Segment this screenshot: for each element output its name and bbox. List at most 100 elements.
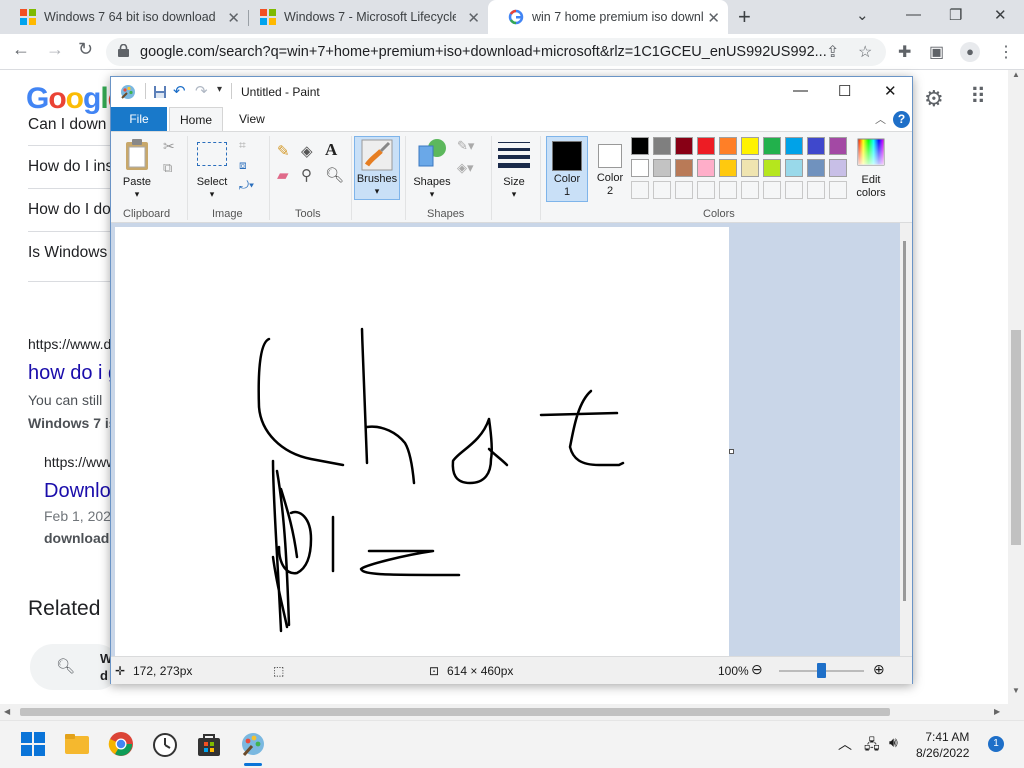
- palette-color-swatch[interactable]: [653, 159, 671, 177]
- scroll-right-arrow-icon[interactable]: ▶: [994, 707, 1000, 716]
- chevron-down-icon[interactable]: ▾: [193, 189, 231, 200]
- paste-icon[interactable]: [124, 138, 152, 172]
- help-icon[interactable]: ?: [893, 111, 910, 128]
- palette-color-swatch[interactable]: [763, 137, 781, 155]
- start-windows-icon[interactable]: [20, 731, 46, 757]
- scroll-left-arrow-icon[interactable]: ◀: [4, 707, 10, 716]
- side-panel-icon[interactable]: ▣: [929, 42, 944, 62]
- palette-color-swatch[interactable]: [829, 137, 847, 155]
- palette-color-swatch[interactable]: [631, 159, 649, 177]
- custom-color-slot[interactable]: [741, 181, 759, 199]
- canvas-scrollbar-thumb[interactable]: [903, 241, 906, 601]
- save-icon[interactable]: [153, 85, 167, 99]
- collapse-ribbon-icon[interactable]: ︿: [875, 111, 886, 127]
- bookmark-star-icon[interactable]: ☆: [858, 42, 872, 62]
- fill-icon[interactable]: ◈▾: [457, 160, 474, 176]
- select-icon[interactable]: [197, 142, 227, 166]
- horizontal-scrollbar-thumb[interactable]: [20, 708, 890, 716]
- palette-color-swatch[interactable]: [653, 137, 671, 155]
- palette-color-swatch[interactable]: [697, 137, 715, 155]
- palette-color-swatch[interactable]: [741, 137, 759, 155]
- palette-color-swatch[interactable]: [719, 159, 737, 177]
- paint-app-icon[interactable]: [119, 83, 137, 101]
- tab-view[interactable]: View: [239, 112, 265, 126]
- close-icon[interactable]: ✕: [227, 9, 240, 27]
- palette-color-swatch[interactable]: [807, 159, 825, 177]
- zoom-in-icon[interactable]: ⊕: [873, 661, 885, 678]
- new-tab-button[interactable]: +: [738, 4, 751, 30]
- network-icon[interactable]: 🖧︎: [864, 734, 880, 758]
- page-scrollbar-thumb[interactable]: [1011, 330, 1021, 545]
- quick-access-dropdown-icon[interactable]: ▾: [217, 84, 222, 95]
- menu-dots-icon[interactable]: ⋮: [998, 42, 1014, 62]
- palette-color-swatch[interactable]: [675, 159, 693, 177]
- pencil-icon[interactable]: ✎: [277, 142, 290, 160]
- browser-tab[interactable]: Windows 7 - Microsoft Lifecycle ✕: [240, 0, 488, 34]
- notification-badge[interactable]: 1: [988, 736, 1004, 752]
- file-explorer-icon[interactable]: [64, 731, 90, 757]
- palette-color-swatch[interactable]: [785, 137, 803, 155]
- close-icon[interactable]: ✕: [467, 9, 480, 27]
- chevron-down-icon[interactable]: ▾: [496, 189, 532, 200]
- edit-colors-icon[interactable]: [857, 138, 885, 166]
- shapes-icon[interactable]: [415, 138, 449, 168]
- result-url[interactable]: https://www.d: [28, 336, 111, 352]
- undo-icon[interactable]: ↶: [173, 82, 186, 100]
- magnifier-icon[interactable]: 🔍︎: [325, 166, 344, 184]
- tab-file[interactable]: File: [111, 107, 167, 131]
- profile-avatar-icon[interactable]: ●: [960, 42, 980, 62]
- maximize-button[interactable]: ☐: [838, 82, 851, 100]
- palette-color-swatch[interactable]: [631, 137, 649, 155]
- canvas-scrollbar[interactable]: [900, 223, 912, 656]
- color2-button[interactable]: Color 2: [591, 136, 629, 202]
- close-window-button[interactable]: ✕: [994, 6, 1007, 24]
- custom-color-slot[interactable]: [763, 181, 781, 199]
- chevron-down-icon[interactable]: ▾: [410, 189, 454, 200]
- brushes-button[interactable]: Brushes ▾: [354, 136, 400, 200]
- canvas-resize-handle[interactable]: [729, 449, 734, 454]
- copy-icon[interactable]: ⧉: [163, 160, 172, 176]
- chrome-icon[interactable]: [108, 731, 134, 757]
- restore-button[interactable]: ❐: [949, 6, 962, 24]
- lock-icon[interactable]: [118, 44, 129, 57]
- paa-question[interactable]: Is Windows: [28, 244, 107, 262]
- google-logo[interactable]: Google: [26, 82, 124, 116]
- scroll-up-arrow-icon[interactable]: ▲: [1012, 70, 1020, 79]
- paste-button-label[interactable]: Paste: [119, 176, 155, 188]
- reload-button[interactable]: ↻: [78, 39, 93, 60]
- tab-home[interactable]: Home: [169, 107, 223, 132]
- drawing-canvas[interactable]: [115, 227, 729, 656]
- paa-question[interactable]: Can I down: [28, 116, 106, 134]
- browser-tab[interactable]: Windows 7 64 bit iso download ✕: [0, 0, 248, 34]
- palette-color-swatch[interactable]: [763, 159, 781, 177]
- custom-color-slot[interactable]: [829, 181, 847, 199]
- zoom-slider-thumb[interactable]: [817, 663, 826, 678]
- custom-color-slot[interactable]: [807, 181, 825, 199]
- browser-tab-active[interactable]: win 7 home premium iso downlo ✕: [488, 0, 728, 34]
- scroll-down-arrow-icon[interactable]: ▼: [1012, 686, 1020, 695]
- settings-gear-icon[interactable]: ⚙: [924, 86, 944, 112]
- rotate-icon[interactable]: ⤾▾: [239, 178, 254, 193]
- eraser-icon[interactable]: ▰: [277, 166, 289, 184]
- minimize-button[interactable]: —: [793, 82, 808, 99]
- share-icon[interactable]: ⇪: [826, 42, 839, 62]
- text-tool-icon[interactable]: A: [325, 140, 337, 160]
- zoom-out-icon[interactable]: ⊖: [751, 661, 763, 678]
- apps-grid-icon[interactable]: ⠿: [970, 84, 986, 110]
- resize-icon[interactable]: ⧈: [239, 158, 247, 173]
- chevron-up-icon[interactable]: ︿: [838, 734, 852, 754]
- chevron-down-icon[interactable]: ⌄: [856, 6, 869, 24]
- cut-icon[interactable]: ✂: [163, 138, 175, 155]
- paint-app-icon[interactable]: [240, 731, 266, 757]
- custom-color-slot[interactable]: [631, 181, 649, 199]
- address-bar[interactable]: google.com/search?q=win+7+home+premium+i…: [106, 38, 886, 66]
- redo-icon[interactable]: ↷: [195, 82, 208, 100]
- shapes-button-label[interactable]: Shapes: [410, 176, 454, 188]
- close-button[interactable]: ✕: [884, 82, 897, 100]
- size-icon[interactable]: [498, 140, 530, 168]
- palette-color-swatch[interactable]: [741, 159, 759, 177]
- forward-button[interactable]: →: [46, 39, 64, 60]
- custom-color-slot[interactable]: [719, 181, 737, 199]
- clock-app-icon[interactable]: [152, 731, 178, 757]
- result-url[interactable]: https://www: [44, 454, 116, 470]
